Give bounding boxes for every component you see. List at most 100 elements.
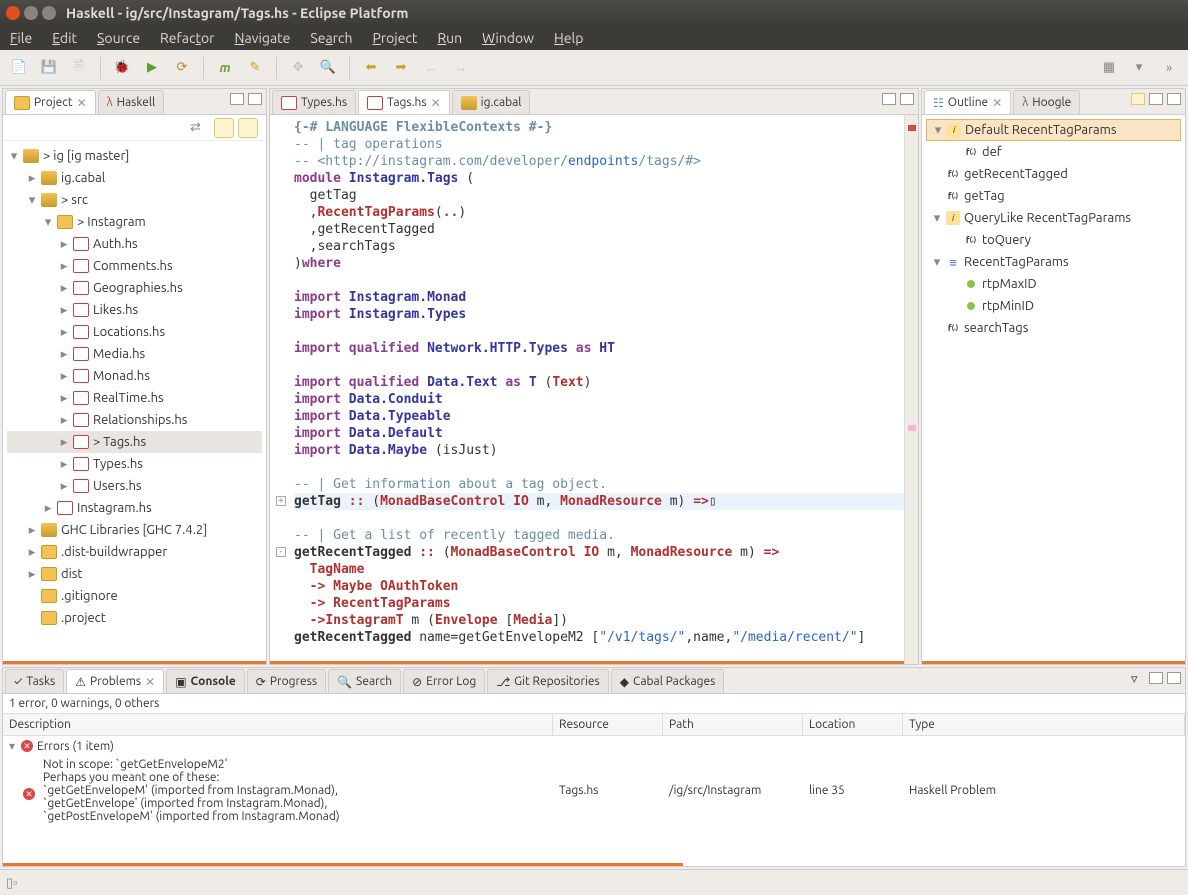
tab-cabal[interactable]: ◆Cabal Packages <box>611 669 725 693</box>
tab-project[interactable]: Project ✕ <box>5 90 96 114</box>
m-icon[interactable]: m <box>214 57 236 79</box>
close-tab-icon[interactable]: ✕ <box>145 675 155 689</box>
maximize-view-icon[interactable] <box>900 93 914 105</box>
col-type[interactable]: Type <box>903 714 1185 735</box>
maximize-icon[interactable] <box>42 6 56 20</box>
close-tab-icon[interactable]: ✕ <box>431 96 441 110</box>
tree-row[interactable]: ▸Relationships.hs <box>7 409 262 431</box>
save-all-icon[interactable]: 🗎 <box>68 57 90 79</box>
cut-icon[interactable]: ✥ <box>287 57 309 79</box>
tree-row[interactable]: ▸GHC Libraries [GHC 7.4.2] <box>7 519 262 541</box>
debug-icon[interactable]: 🐞 <box>111 57 133 79</box>
wand-icon[interactable]: ✎ <box>244 57 266 79</box>
save-icon[interactable]: 💾 <box>38 57 60 79</box>
outline-item[interactable]: f(.)def <box>926 141 1181 163</box>
run-last-icon[interactable]: ⟳ <box>171 57 193 79</box>
tree-row[interactable]: ▸Comments.hs <box>7 255 262 277</box>
tab-errorlog[interactable]: ⊘Error Log <box>403 669 485 693</box>
close-tab-icon[interactable]: ✕ <box>992 96 1002 110</box>
menu-navigate[interactable]: Navigate <box>234 30 290 46</box>
sort-icon[interactable] <box>1131 93 1145 105</box>
view-menu-icon[interactable] <box>238 118 258 138</box>
tab-tags[interactable]: Tags.hs ✕ <box>358 90 450 114</box>
tree-row[interactable]: ▸Instagram.hs <box>7 497 262 519</box>
tree-row[interactable]: ▸Locations.hs <box>7 321 262 343</box>
tree-row[interactable]: ▸Types.hs <box>7 453 262 475</box>
back-icon[interactable]: ← <box>420 57 442 79</box>
tab-outline[interactable]: ☷ Outline ✕ <box>924 90 1011 114</box>
outline-tree[interactable]: ▾iDefault RecentTagParamsf(.)deff(.)getR… <box>922 115 1185 661</box>
menu-refactor[interactable]: Refactor <box>160 30 214 46</box>
col-resource[interactable]: Resource <box>553 714 663 735</box>
maximize-view-icon[interactable] <box>1167 672 1181 684</box>
col-description[interactable]: Description <box>3 714 553 735</box>
minimize-view-icon[interactable] <box>1149 93 1163 105</box>
col-path[interactable]: Path <box>663 714 803 735</box>
menu-search[interactable]: Search <box>310 30 352 46</box>
minimize-icon[interactable] <box>24 6 38 20</box>
tree-row[interactable]: .gitignore <box>7 585 262 607</box>
tree-row[interactable]: ▾> src <box>7 189 262 211</box>
minimize-view-icon[interactable] <box>230 93 244 105</box>
menu-file[interactable]: File <box>10 30 32 46</box>
col-location[interactable]: Location <box>803 714 903 735</box>
outline-item[interactable]: f(.)getTag <box>926 185 1181 207</box>
close-tab-icon[interactable]: ✕ <box>77 96 87 110</box>
tree-row[interactable]: ▸.dist-buildwrapper <box>7 541 262 563</box>
tab-haskell[interactable]: λ Haskell <box>98 90 165 114</box>
tree-row[interactable]: ▸Media.hs <box>7 343 262 365</box>
tree-row[interactable]: ▾> Instagram <box>7 211 262 233</box>
nav-fwd-icon[interactable]: ➡ <box>390 57 412 79</box>
minimize-view-icon[interactable] <box>1149 672 1163 684</box>
outline-item[interactable]: rtpMinID <box>926 295 1181 317</box>
tree-row[interactable]: ▸Monad.hs <box>7 365 262 387</box>
menu-run[interactable]: Run <box>437 30 462 46</box>
tree-row[interactable]: .project <box>7 607 262 629</box>
tree-row[interactable]: ▸Auth.hs <box>7 233 262 255</box>
tree-row[interactable]: ▸Likes.hs <box>7 299 262 321</box>
minimize-view-icon[interactable] <box>882 93 896 105</box>
overview-ruler[interactable] <box>904 115 918 664</box>
perspective-icon[interactable]: ▦ <box>1098 57 1120 79</box>
menu-help[interactable]: Help <box>554 30 583 46</box>
maximize-view-icon[interactable] <box>1167 93 1181 105</box>
tab-types[interactable]: Types.hs <box>272 90 356 114</box>
outline-item[interactable]: f(.)searchTags <box>926 317 1181 339</box>
tab-cabal[interactable]: ig.cabal <box>452 90 531 114</box>
tree-row[interactable]: ▸ig.cabal <box>7 167 262 189</box>
error-group-row[interactable]: ▾ ✕ Errors (1 item) <box>3 736 1185 756</box>
tab-git[interactable]: ⎇Git Repositories <box>487 669 608 693</box>
tree-row[interactable]: ▸> Tags.hs <box>7 431 262 453</box>
nav-back-icon[interactable]: ⬅ <box>360 57 382 79</box>
project-tree[interactable]: ▾> ig [ig master]▸ig.cabal▾> src▾> Insta… <box>3 141 266 661</box>
tree-row[interactable]: ▸Geographies.hs <box>7 277 262 299</box>
menu-window[interactable]: Window <box>482 30 534 46</box>
outline-item[interactable]: rtpMaxID <box>926 273 1181 295</box>
show-view-icon[interactable]: ▯▫ <box>6 875 18 891</box>
code-editor[interactable]: {-# LANGUAGE FlexibleContexts #-}-- | ta… <box>270 115 918 661</box>
outline-item[interactable]: ▾≡RecentTagParams <box>926 251 1181 273</box>
tab-hoogle[interactable]: λ Hoogle <box>1013 90 1080 114</box>
search-icon[interactable]: 🔍 <box>317 57 339 79</box>
tree-row[interactable]: ▸RealTime.hs <box>7 387 262 409</box>
tree-row[interactable]: ▸Users.hs <box>7 475 262 497</box>
collapse-all-icon[interactable] <box>214 118 234 138</box>
menu-project[interactable]: Project <box>372 30 417 46</box>
problems-table[interactable]: ▾ ✕ Errors (1 item) ✕ Not in scope: `get… <box>3 736 1185 863</box>
link-editor-icon[interactable]: ⇄ <box>190 120 210 135</box>
outline-item[interactable]: ▾iQueryLike RecentTagParams <box>926 207 1181 229</box>
tab-progress[interactable]: ⟳Progress <box>247 669 326 693</box>
view-menu-icon[interactable]: ▿ <box>1131 672 1145 684</box>
menu-source[interactable]: Source <box>97 30 140 46</box>
close-icon[interactable] <box>6 6 20 20</box>
outline-item[interactable]: f(.)toQuery <box>926 229 1181 251</box>
quick-access-icon[interactable]: » <box>1158 57 1180 79</box>
problem-row[interactable]: ✕ Not in scope: `getGetEnvelopeM2' Perha… <box>3 756 1185 825</box>
maximize-view-icon[interactable] <box>248 93 262 105</box>
tab-console[interactable]: ▣Console <box>166 669 245 693</box>
outline-item[interactable]: f(.)getRecentTagged <box>926 163 1181 185</box>
run-icon[interactable]: ▶ <box>141 57 163 79</box>
tab-tasks[interactable]: ✓Tasks <box>5 669 64 693</box>
new-icon[interactable]: 📄 <box>8 57 30 79</box>
tree-row[interactable]: ▸dist <box>7 563 262 585</box>
